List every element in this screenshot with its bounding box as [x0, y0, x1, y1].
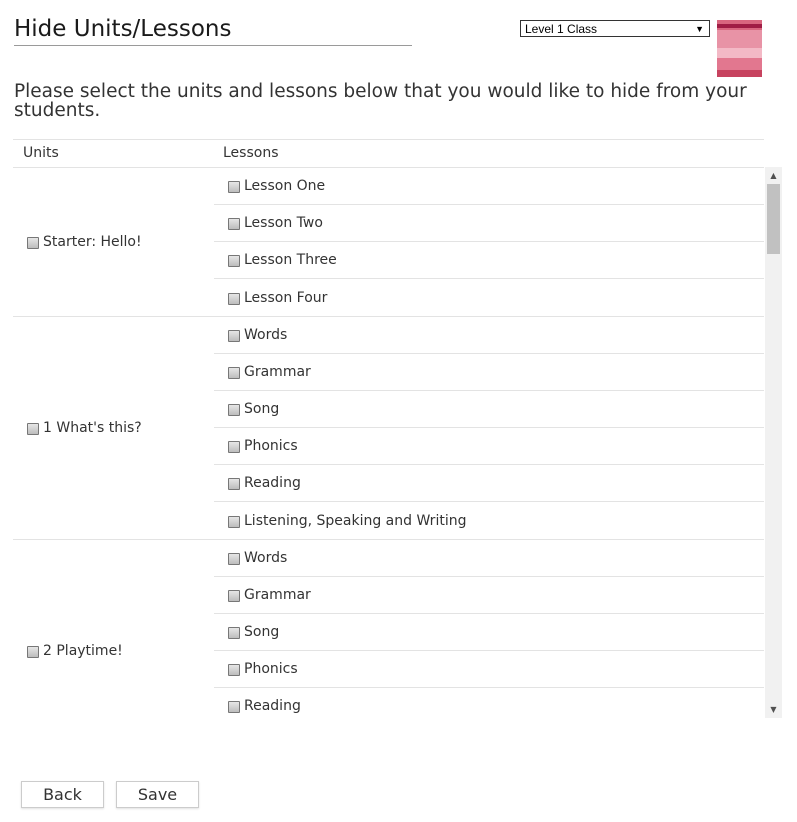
lesson-checkbox[interactable] — [228, 664, 240, 676]
lesson-label: Words — [244, 327, 288, 343]
lessons-column-header: Lessons — [223, 145, 279, 161]
lesson-checkbox[interactable] — [228, 627, 240, 639]
unit-cell: 1 What's this? — [13, 317, 214, 539]
lesson-row: Words — [214, 317, 764, 354]
table-body[interactable]: Starter: Hello! Lesson One Lesson Two Lesso… — [13, 168, 764, 719]
unit-checkbox[interactable] — [27, 237, 39, 249]
lesson-checkbox[interactable] — [228, 218, 240, 230]
lesson-row: Phonics — [214, 651, 764, 688]
lesson-label: Phonics — [244, 438, 298, 454]
unit-row: 2 Playtime! Words Grammar Song Phonics Readin… — [13, 540, 764, 719]
lesson-label: Lesson One — [244, 178, 326, 194]
lesson-label: Lesson Two — [244, 215, 323, 231]
lesson-checkbox[interactable] — [228, 478, 240, 490]
lesson-label: Grammar — [244, 587, 311, 603]
class-select-value: Level 1 Class — [525, 22, 598, 36]
lesson-row: Words — [214, 540, 764, 577]
unit-label: 2 Playtime! — [43, 643, 123, 659]
lesson-checkbox[interactable] — [228, 292, 240, 305]
lesson-list: Words Grammar Song Phonics Reading Listening,… — [214, 317, 764, 539]
unit-label: 1 What's this? — [43, 420, 142, 436]
lesson-checkbox[interactable] — [228, 553, 240, 565]
lesson-row: Grammar — [214, 577, 764, 614]
lesson-label: Phonics — [244, 661, 298, 677]
units-column-header: Units — [23, 145, 59, 161]
back-button[interactable]: Back — [21, 781, 104, 808]
lesson-checkbox[interactable] — [228, 330, 240, 342]
class-thumbnail — [717, 20, 762, 77]
lesson-row: Lesson One — [214, 168, 764, 205]
lesson-label: Lesson Three — [244, 252, 337, 268]
chevron-down-icon: ▼ — [695, 24, 704, 34]
lesson-row: Lesson Three — [214, 242, 764, 279]
instructions-text: Please select the units and lessons belo… — [14, 81, 747, 121]
lesson-list: WordsGrammarSongPhonicsReadingListening,… — [214, 540, 764, 719]
unit-label: Starter: Hello! — [43, 234, 142, 250]
lesson-label: Reading — [244, 698, 301, 714]
lesson-label: Song — [244, 401, 280, 417]
lesson-label: Listening, Speaking and Writing — [244, 512, 467, 529]
scroll-thumb[interactable] — [767, 184, 780, 254]
lesson-label: Song — [244, 624, 280, 640]
table-header: Units Lessons — [13, 140, 764, 168]
lesson-checkbox[interactable] — [228, 515, 240, 528]
scroll-down-arrow-icon[interactable]: ▼ — [765, 701, 782, 718]
unit-cell: Starter: Hello! — [13, 168, 214, 316]
lesson-row: Lesson Four — [214, 279, 764, 316]
lesson-row: Reading — [214, 688, 764, 719]
page-title: Hide Units/Lessons — [14, 14, 412, 46]
lesson-checkbox[interactable] — [228, 404, 240, 416]
table-scrollbar[interactable]: ▲ ▼ — [765, 167, 782, 718]
unit-checkbox[interactable] — [27, 423, 39, 435]
lesson-row: Lesson Two — [214, 205, 764, 242]
unit-cell: 2 Playtime! — [13, 540, 214, 719]
lesson-row: Grammar — [214, 354, 764, 391]
unit-row: Starter: Hello! Lesson One Lesson Two Lesso… — [13, 168, 764, 317]
lesson-row: Phonics — [214, 428, 764, 465]
lesson-checkbox[interactable] — [228, 367, 240, 379]
lesson-row: Song — [214, 614, 764, 651]
lesson-list: Lesson One Lesson Two Lesson Three Lesson F… — [214, 168, 764, 316]
lesson-label: Words — [244, 550, 288, 566]
lesson-row: Reading — [214, 465, 764, 502]
save-button[interactable]: Save — [116, 781, 199, 808]
lesson-checkbox[interactable] — [228, 255, 240, 267]
units-lessons-table: Units Lessons Starter: Hello! Lesson One L… — [13, 139, 764, 719]
lesson-checkbox[interactable] — [228, 701, 240, 713]
lesson-checkbox[interactable] — [228, 590, 240, 602]
unit-checkbox[interactable] — [27, 646, 39, 658]
lesson-row: Listening, Speaking and Writing — [214, 502, 764, 539]
unit-row: 1 What's this? Words Grammar Song Phonics Rea… — [13, 317, 764, 540]
scroll-up-arrow-icon[interactable]: ▲ — [765, 167, 782, 184]
lesson-label: Grammar — [244, 364, 311, 380]
lesson-checkbox[interactable] — [228, 441, 240, 453]
lesson-checkbox[interactable] — [228, 181, 240, 193]
class-select[interactable]: Level 1 Class ▼ — [520, 20, 710, 37]
lesson-label: Reading — [244, 475, 301, 491]
lesson-label: Lesson Four — [244, 289, 328, 306]
lesson-row: Song — [214, 391, 764, 428]
